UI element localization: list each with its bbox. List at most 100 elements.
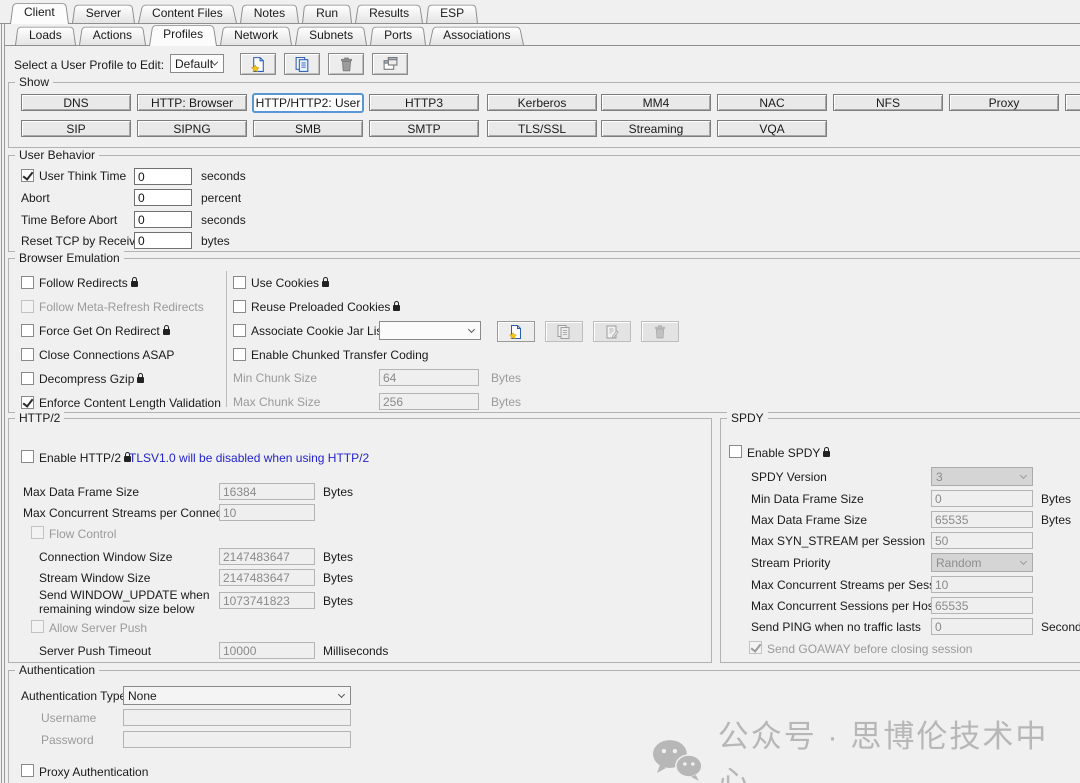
enforce-content-length-checkbox[interactable] (21, 396, 34, 409)
enable-chunked-label: Enable Chunked Transfer Coding (251, 348, 428, 362)
profile-select-label: Select a User Profile to Edit: (14, 58, 164, 72)
user-think-time-input[interactable] (134, 168, 192, 185)
chevron-down-icon (1020, 472, 1027, 479)
tab-results[interactable]: Results (355, 3, 423, 23)
tab-associations[interactable]: Associations (429, 25, 524, 45)
watermark-text: 公众号 · 思博伦技术中心 (718, 714, 1080, 783)
cookie-jar-new-button[interactable] (497, 321, 535, 342)
use-cookies-checkbox[interactable] (233, 276, 246, 289)
chevron-down-icon (212, 59, 218, 65)
follow-redirects-checkbox[interactable] (21, 276, 34, 289)
spdy-max-sessions-label: Max Concurrent Sessions per Host (751, 599, 937, 613)
max-concurrent-streams-input (219, 504, 315, 521)
time-before-abort-input[interactable] (134, 211, 192, 228)
tab-subnets[interactable]: Subnets (295, 25, 367, 45)
proxy-authentication-checkbox[interactable] (21, 764, 34, 777)
follow-meta-refresh-checkbox (21, 300, 34, 313)
show-button-smb[interactable]: SMB (253, 120, 363, 137)
browser-emulation-group: Browser Emulation Follow Redirects Follo… (8, 258, 1080, 413)
cookie-jar-dropdown[interactable] (379, 321, 481, 340)
reset-tcp-label: Reset TCP by Received (21, 234, 149, 248)
show-button-proxy[interactable]: Proxy (949, 94, 1059, 111)
profile-dropdown[interactable]: Default (170, 54, 224, 73)
user-think-time-checkbox[interactable] (21, 169, 34, 182)
tab-network[interactable]: Network (220, 25, 292, 45)
show-button-mm4[interactable]: MM4 (601, 94, 711, 111)
show-button-tls-ssl[interactable]: TLS/SSL (487, 120, 597, 137)
spdy-min-frame-label: Min Data Frame Size (751, 492, 864, 506)
tab-loads[interactable]: Loads (15, 25, 76, 45)
max-data-frame-size-input (219, 483, 315, 500)
show-button-nac[interactable]: NAC (717, 94, 827, 111)
time-before-abort-unit: seconds (201, 213, 246, 227)
new-profile-button[interactable] (240, 53, 276, 75)
reuse-preloaded-cookies-checkbox[interactable] (233, 300, 246, 313)
max-data-frame-size-label: Max Data Frame Size (23, 485, 139, 499)
show-button-http-http2-user[interactable]: HTTP/HTTP2: User (252, 93, 364, 113)
show-button-sipng[interactable]: SIPNG (137, 120, 247, 137)
enable-http2-checkbox[interactable] (21, 450, 34, 463)
spdy-max-frame-input (931, 511, 1033, 528)
tab-notes[interactable]: Notes (240, 3, 299, 23)
max-data-frame-size-unit: Bytes (323, 485, 353, 499)
tab-actions[interactable]: Actions (79, 25, 146, 45)
connection-window-size-input (219, 548, 315, 565)
stream-window-size-input (219, 569, 315, 586)
stream-window-size-label: Stream Window Size (39, 571, 150, 585)
window-update-unit: Bytes (323, 594, 353, 608)
delete-profile-button[interactable] (328, 53, 364, 75)
reset-tcp-input[interactable] (134, 232, 192, 249)
spdy-max-syn-input (931, 532, 1033, 549)
tab-server[interactable]: Server (72, 3, 135, 23)
enable-http2-label: Enable HTTP/2 (39, 451, 121, 465)
abort-label: Abort (21, 191, 50, 205)
enable-chunked-checkbox[interactable] (233, 348, 246, 361)
decompress-gzip-label: Decompress Gzip (39, 372, 134, 386)
lock-icon (163, 329, 170, 335)
tab-run[interactable]: Run (302, 3, 352, 23)
show-button-kerberos[interactable]: Kerberos (487, 94, 597, 111)
spdy-max-syn-label: Max SYN_STREAM per Session (751, 534, 925, 548)
tab-esp[interactable]: ESP (426, 3, 478, 23)
show-button-sip[interactable]: SIP (21, 120, 131, 137)
send-goaway-checkbox (749, 641, 762, 654)
tab-ports[interactable]: Ports (370, 25, 426, 45)
primary-tab-bar: Client Server Content Files Notes Run Re… (0, 2, 1080, 24)
spdy-min-frame-unit: Bytes (1041, 492, 1071, 506)
associate-cookie-jar-checkbox[interactable] (233, 324, 246, 337)
allow-server-push-label: Allow Server Push (49, 621, 147, 635)
panel-left-border (1, 23, 5, 783)
stream-priority-dropdown: Random (931, 553, 1033, 572)
show-button-http-browser[interactable]: HTTP: Browser (137, 94, 247, 111)
edit-icon (604, 324, 620, 340)
show-button-nfs[interactable]: NFS (833, 94, 943, 111)
enable-spdy-checkbox[interactable] (729, 445, 742, 458)
spdy-max-streams-label: Max Concurrent Streams per Session (751, 578, 951, 592)
show-button-dns[interactable]: DNS (21, 94, 131, 111)
show-button-vqa[interactable]: VQA (717, 120, 827, 137)
show-button-partial[interactable] (1065, 94, 1080, 111)
tab-profiles[interactable]: Profiles (149, 23, 217, 45)
user-behavior-legend: User Behavior (15, 148, 99, 162)
abort-input[interactable] (134, 189, 192, 206)
show-button-streaming[interactable]: Streaming (601, 120, 711, 137)
max-concurrent-streams-label: Max Concurrent Streams per Connection (23, 506, 241, 520)
force-get-on-redirect-checkbox[interactable] (21, 324, 34, 337)
stream-priority-label: Stream Priority (751, 556, 830, 570)
authentication-type-label: Authentication Type (21, 689, 126, 703)
show-button-http3[interactable]: HTTP3 (369, 94, 479, 111)
tab-content-files[interactable]: Content Files (138, 3, 237, 23)
username-input (123, 709, 351, 726)
password-label: Password (41, 733, 94, 747)
close-connections-asap-checkbox[interactable] (21, 348, 34, 361)
show-button-smtp[interactable]: SMTP (369, 120, 479, 137)
spdy-version-dropdown: 3 (931, 467, 1033, 486)
lock-icon (393, 305, 400, 311)
rename-profile-button[interactable] (372, 53, 408, 75)
copy-profile-button[interactable] (284, 53, 320, 75)
reuse-preloaded-cookies-label: Reuse Preloaded Cookies (251, 300, 390, 314)
tab-client[interactable]: Client (10, 1, 69, 23)
decompress-gzip-checkbox[interactable] (21, 372, 34, 385)
trash-icon (652, 324, 668, 340)
authentication-type-dropdown[interactable]: None (123, 686, 351, 705)
